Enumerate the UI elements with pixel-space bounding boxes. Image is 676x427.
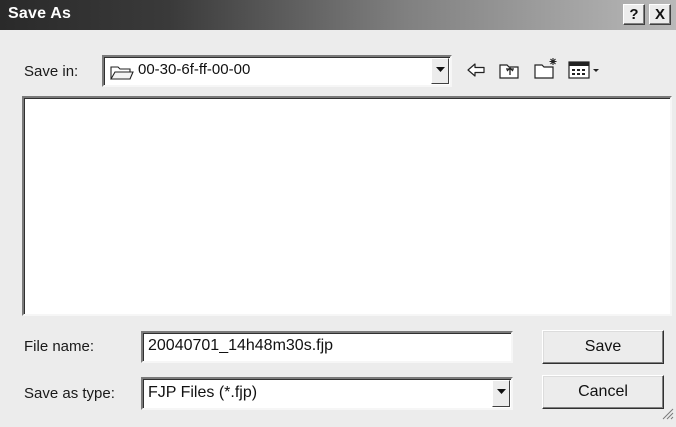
back-arrow-icon[interactable] [466, 61, 486, 84]
file-list[interactable] [22, 96, 672, 316]
view-menu-icon[interactable] [568, 60, 604, 85]
close-button[interactable]: X [649, 4, 671, 25]
file-name-label: File name: [24, 338, 95, 355]
cancel-button[interactable]: Cancel [542, 375, 664, 409]
window-title: Save As [8, 5, 72, 22]
up-one-level-icon[interactable] [499, 60, 521, 85]
title-bar[interactable]: Save As ? X [0, 0, 676, 30]
save-as-type-value: FJP Files (*.fjp) [148, 384, 258, 401]
save-as-type-dropdown[interactable]: FJP Files (*.fjp) [141, 377, 513, 410]
save-as-type-label: Save as type: [24, 385, 115, 402]
save-in-dropdown[interactable]: 00-30-6f-ff-00-00 [102, 55, 452, 87]
save-as-type-dropdown-button[interactable] [492, 380, 510, 407]
save-as-dialog: Save As ? X Save in: 00-30-6f-ff-00-00 F… [0, 0, 676, 427]
file-name-value: 20040701_14h48m30s.fjp [148, 337, 334, 354]
help-button[interactable]: ? [623, 4, 645, 25]
save-in-value: 00-30-6f-ff-00-00 [138, 61, 251, 78]
resize-grip-icon[interactable] [662, 407, 674, 425]
save-in-dropdown-button[interactable] [431, 58, 449, 84]
folder-icon [110, 64, 134, 85]
save-button[interactable]: Save [542, 330, 664, 364]
create-new-folder-icon[interactable] [534, 56, 560, 85]
chevron-down-icon [436, 67, 445, 72]
chevron-down-icon [497, 389, 506, 394]
file-name-input[interactable]: 20040701_14h48m30s.fjp [141, 331, 513, 363]
save-in-label: Save in: [24, 63, 79, 80]
